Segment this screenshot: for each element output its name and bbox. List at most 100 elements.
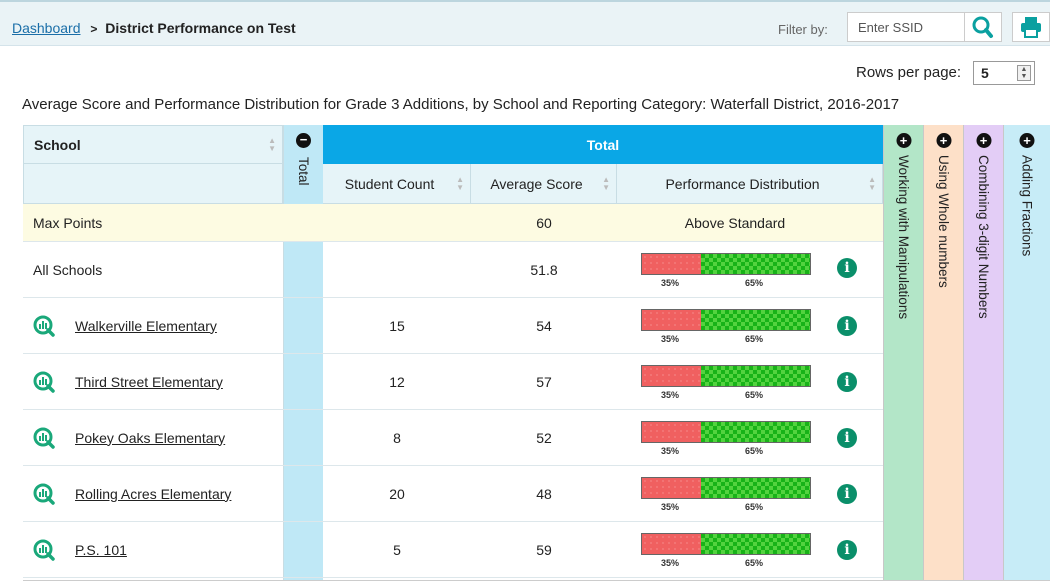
school-name-cell: Walkerville Elementary <box>23 298 283 353</box>
school-detail-icon[interactable] <box>33 371 55 393</box>
performance-distribution-cell: 35% 65% i <box>617 298 883 353</box>
category-column-using-whole-numbers[interactable]: + Using Whole numbers <box>923 125 963 580</box>
table-row: Pokey Oaks Elementary 8 52 35% 65% i <box>23 410 883 466</box>
school-detail-icon[interactable] <box>33 315 55 337</box>
report-title: Average Score and Performance Distributi… <box>22 96 900 113</box>
school-link[interactable]: Walkerville Elementary <box>75 318 217 334</box>
student-count-header[interactable]: Student Count ▲ ▼ <box>323 164 471 204</box>
expand-plus-icon[interactable]: + <box>896 133 911 148</box>
all-schools-label: All Schools <box>33 261 103 278</box>
category-label: Adding Fractions <box>1019 155 1035 257</box>
magnifier-icon <box>972 16 993 38</box>
below-standard-percent: 35% <box>661 502 680 512</box>
category-column-working-with-manipulations[interactable]: + Working with Manipulations <box>883 125 923 580</box>
performance-distribution-label: Performance Distribution <box>665 175 820 192</box>
below-standard-percent: 35% <box>661 334 680 344</box>
max-points-row: Max Points 60 Above Standard <box>23 204 883 242</box>
school-detail-icon[interactable] <box>33 427 55 449</box>
sort-icon[interactable]: ▲ ▼ <box>602 175 610 192</box>
category-column-combining-3-digit-numbers[interactable]: + Combining 3-digit Numbers <box>963 125 1003 580</box>
average-score-cell: 54 <box>536 317 552 334</box>
table-row: Rolling Acres Elementary 20 48 35% 65% i <box>23 466 883 522</box>
table-bottom-border <box>23 580 1050 581</box>
expand-plus-icon[interactable]: + <box>976 133 991 148</box>
filter-label: Filter by: <box>778 22 828 37</box>
info-icon[interactable]: i <box>837 316 857 336</box>
school-name-cell: P.S. 101 <box>23 522 283 577</box>
all-schools-distribution: 35% 65% i <box>617 242 883 297</box>
school-header-label: School <box>34 136 81 153</box>
sort-icon[interactable]: ▲ ▼ <box>456 175 464 192</box>
below-standard-segment <box>642 422 701 442</box>
all-schools-score: 51.8 <box>530 261 558 278</box>
breadcrumb-separator-icon: > <box>90 22 98 36</box>
category-column-adding-fractions[interactable]: + Adding Fractions <box>1003 125 1050 580</box>
below-standard-percent: 35% <box>661 558 680 568</box>
average-score-label: Average Score <box>490 175 583 192</box>
school-header-spacer <box>23 164 283 204</box>
breadcrumb: Dashboard > District Performance on Test <box>12 20 296 36</box>
school-link[interactable]: P.S. 101 <box>75 542 127 558</box>
info-icon[interactable]: i <box>837 428 857 448</box>
ssid-search-input[interactable] <box>847 12 964 42</box>
average-score-header[interactable]: Average Score ▲ ▼ <box>471 164 617 204</box>
school-detail-icon[interactable] <box>33 539 55 561</box>
search-button[interactable] <box>964 12 1002 42</box>
school-link[interactable]: Rolling Acres Elementary <box>75 486 231 502</box>
breadcrumb-dashboard-link[interactable]: Dashboard <box>12 20 81 36</box>
school-link[interactable]: Third Street Elementary <box>75 374 223 390</box>
distribution-bar <box>641 309 811 331</box>
above-standard-percent: 65% <box>745 558 764 568</box>
printer-icon <box>1021 17 1041 38</box>
expand-plus-icon[interactable]: + <box>1019 133 1035 148</box>
max-points-perf: Above Standard <box>684 214 786 231</box>
below-standard-percent: 35% <box>661 390 680 400</box>
school-name-cell: Third Street Elementary <box>23 354 283 409</box>
table-row: Walkerville Elementary 15 54 35% 65% i <box>23 298 883 354</box>
below-standard-segment <box>642 254 701 274</box>
below-standard-percent: 35% <box>661 446 680 456</box>
rows-per-page-stepper[interactable]: 5 ▲ ▼ <box>973 61 1035 85</box>
top-bar: Dashboard > District Performance on Test… <box>0 0 1050 46</box>
school-detail-icon[interactable] <box>33 483 55 505</box>
info-icon[interactable]: i <box>837 540 857 560</box>
rows-per-page-label: Rows per page: <box>856 64 962 81</box>
below-standard-percent: 35% <box>661 278 680 288</box>
below-standard-segment <box>642 366 701 386</box>
above-standard-percent: 65% <box>745 334 764 344</box>
performance-distribution-cell: 35% 65% i <box>617 522 883 577</box>
above-standard-percent: 65% <box>745 278 764 288</box>
sort-icon[interactable]: ▲ ▼ <box>868 175 876 192</box>
distribution-bar <box>641 421 811 443</box>
table-row: Third Street Elementary 12 57 35% 65% i <box>23 354 883 410</box>
school-column-header[interactable]: School ▲ ▼ <box>23 125 283 164</box>
above-standard-segment <box>700 310 810 330</box>
expand-plus-icon[interactable]: + <box>936 133 951 148</box>
below-standard-segment <box>642 534 701 554</box>
school-link[interactable]: Pokey Oaks Elementary <box>75 430 225 446</box>
max-points-label: Max Points <box>33 214 103 231</box>
rows-per-page-value: 5 <box>981 65 989 81</box>
student-count-cell: 12 <box>389 373 405 390</box>
average-score-cell: 52 <box>536 429 552 446</box>
performance-distribution-header[interactable]: Performance Distribution ▲ ▼ <box>617 164 883 204</box>
student-count-cell: 5 <box>393 541 401 558</box>
category-label: Working with Manipulations <box>896 155 911 320</box>
category-label: Combining 3-digit Numbers <box>976 155 991 319</box>
info-icon[interactable]: i <box>837 372 857 392</box>
stepper-arrows-icon[interactable]: ▲ ▼ <box>1017 65 1031 81</box>
print-button[interactable] <box>1012 12 1050 42</box>
info-icon[interactable]: i <box>837 258 857 278</box>
info-icon[interactable]: i <box>837 484 857 504</box>
sort-icon[interactable]: ▲ ▼ <box>268 136 276 153</box>
all-schools-row: All Schools 51.8 35% 65% i <box>23 242 883 298</box>
performance-distribution-cell: 35% 65% i <box>617 466 883 521</box>
table-row: P.S. 101 5 59 35% 65% i <box>23 522 883 578</box>
above-standard-segment <box>700 478 810 498</box>
performance-distribution-cell: 35% 65% i <box>617 354 883 409</box>
distribution-bar <box>641 477 811 499</box>
collapse-minus-icon[interactable]: − <box>296 133 311 148</box>
below-standard-segment <box>642 478 701 498</box>
distribution-bar <box>641 533 811 555</box>
student-count-cell: 15 <box>389 317 405 334</box>
